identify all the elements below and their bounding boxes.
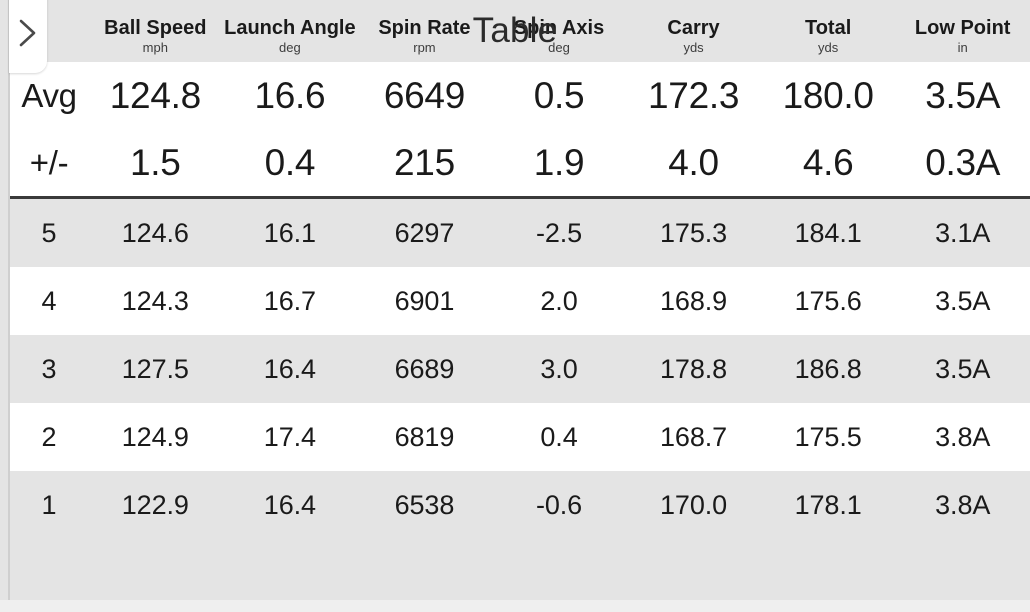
cell-spin-rate: 215 bbox=[357, 129, 492, 199]
cell-carry: 170.0 bbox=[660, 490, 728, 520]
cell-launch-angle: 0.4 bbox=[222, 129, 358, 199]
stats-table: Ball Speed mph Launch Angle deg Spin Rat… bbox=[10, 0, 1030, 539]
header-cell-low-point[interactable]: Low Point in bbox=[895, 0, 1030, 62]
header-label: Launch Angle bbox=[224, 17, 356, 39]
header-label: Low Point bbox=[914, 17, 1011, 39]
panel-left-rule bbox=[8, 0, 10, 600]
stats-table-container: Ball Speed mph Launch Angle deg Spin Rat… bbox=[10, 0, 1030, 600]
cell-launch-angle: 16.6 bbox=[254, 75, 326, 116]
row-label: 3 bbox=[41, 354, 57, 384]
cell-ball-speed: 124.3 bbox=[121, 286, 189, 316]
cell-low-point: 3.5A bbox=[925, 75, 1001, 116]
header-unit: yds bbox=[818, 40, 839, 55]
cell-spin-rate: 6649 bbox=[383, 75, 465, 116]
drawer-toggle-button[interactable] bbox=[9, 0, 47, 73]
cell-carry: 168.9 bbox=[660, 286, 728, 316]
cell-carry: 4.0 bbox=[626, 129, 761, 199]
table-screen: Table Ball Speed mph Launch Angle deg Sp… bbox=[0, 0, 1030, 612]
cell-ball-speed: 127.5 bbox=[121, 354, 189, 384]
cell-low-point: 3.5A bbox=[935, 354, 991, 384]
cell-spin-axis: 0.5 bbox=[533, 75, 585, 116]
header-cell-carry[interactable]: Carry yds bbox=[626, 0, 761, 62]
cell-spin-axis: 0.4 bbox=[540, 422, 578, 452]
table-row[interactable]: 3 127.5 16.4 6689 3.0 178.8 186.8 3.5A bbox=[10, 335, 1030, 403]
cell-launch-angle: 16.7 bbox=[263, 286, 316, 316]
cell-spin-rate: 6538 bbox=[394, 490, 455, 520]
cell-carry: 168.7 bbox=[660, 422, 728, 452]
cell-spin-axis: 3.0 bbox=[540, 354, 578, 384]
cell-total: 178.1 bbox=[794, 490, 862, 520]
header-label: Spin Axis bbox=[513, 17, 605, 39]
header-label: Total bbox=[804, 17, 852, 39]
summary-row-deviation: +/- 1.5 0.4 215 1.9 4.0 4.6 0.3A bbox=[10, 129, 1030, 199]
cell-spin-axis: -2.5 bbox=[535, 218, 583, 248]
cell-ball-speed: 124.9 bbox=[121, 422, 189, 452]
table-body: Avg 124.8 16.6 6649 0.5 172.3 180.0 3.5A… bbox=[10, 62, 1030, 539]
cell-carry: 178.8 bbox=[660, 354, 728, 384]
table-row[interactable]: 5 124.6 16.1 6297 -2.5 175.3 184.1 3.1A bbox=[10, 197, 1030, 267]
cell-carry: 172.3 bbox=[648, 75, 740, 116]
header-label: Spin Rate bbox=[378, 17, 471, 39]
header-cell-ball-speed[interactable]: Ball Speed mph bbox=[88, 0, 223, 62]
cell-spin-axis: 1.9 bbox=[491, 129, 627, 199]
bottom-strip bbox=[0, 600, 1030, 612]
cell-low-point: 3.8A bbox=[935, 490, 991, 520]
header-unit: rpm bbox=[413, 40, 436, 55]
cell-launch-angle: 16.1 bbox=[263, 218, 316, 248]
row-label: +/- bbox=[10, 129, 89, 199]
header-cell-spin-axis[interactable]: Spin Axis deg bbox=[491, 0, 627, 62]
cell-total: 4.6 bbox=[760, 129, 896, 199]
cell-total: 186.8 bbox=[794, 354, 862, 384]
cell-total: 184.1 bbox=[794, 218, 862, 248]
header-label: Ball Speed bbox=[104, 17, 207, 39]
cell-spin-rate: 6689 bbox=[394, 354, 455, 384]
cell-launch-angle: 16.4 bbox=[263, 490, 316, 520]
cell-total: 180.0 bbox=[782, 75, 874, 116]
table-header: Ball Speed mph Launch Angle deg Spin Rat… bbox=[10, 0, 1030, 62]
cell-spin-axis: -0.6 bbox=[535, 490, 583, 520]
cell-ball-speed: 124.8 bbox=[109, 75, 201, 116]
row-label: 1 bbox=[41, 490, 57, 520]
cell-low-point: 0.3A bbox=[895, 129, 1030, 199]
cell-launch-angle: 16.4 bbox=[263, 354, 316, 384]
header-unit: yds bbox=[683, 40, 704, 55]
header-label: Carry bbox=[667, 17, 720, 39]
header-unit: mph bbox=[142, 40, 168, 55]
row-label: 2 bbox=[41, 422, 57, 452]
header-unit: deg bbox=[279, 40, 301, 55]
table-row[interactable]: 1 122.9 16.4 6538 -0.6 170.0 178.1 3.8A bbox=[10, 471, 1030, 539]
summary-row-avg: Avg 124.8 16.6 6649 0.5 172.3 180.0 3.5A bbox=[10, 62, 1030, 129]
cell-launch-angle: 17.4 bbox=[263, 422, 316, 452]
header-row: Ball Speed mph Launch Angle deg Spin Rat… bbox=[10, 0, 1030, 62]
row-label: 5 bbox=[41, 218, 57, 248]
cell-total: 175.6 bbox=[794, 286, 862, 316]
cell-low-point: 3.5A bbox=[935, 286, 991, 316]
header-cell-launch-angle[interactable]: Launch Angle deg bbox=[222, 0, 358, 62]
row-label: 4 bbox=[41, 286, 57, 316]
cell-total: 175.5 bbox=[794, 422, 862, 452]
cell-spin-rate: 6297 bbox=[394, 218, 455, 248]
cell-spin-axis: 2.0 bbox=[540, 286, 578, 316]
cell-spin-rate: 6819 bbox=[394, 422, 455, 452]
cell-ball-speed: 124.6 bbox=[121, 218, 189, 248]
cell-low-point: 3.8A bbox=[935, 422, 991, 452]
header-cell-spin-rate[interactable]: Spin Rate rpm bbox=[357, 0, 492, 62]
header-unit: deg bbox=[548, 40, 570, 55]
cell-spin-rate: 6901 bbox=[394, 286, 455, 316]
cell-carry: 175.3 bbox=[660, 218, 728, 248]
header-unit: in bbox=[957, 40, 968, 55]
table-row[interactable]: 4 124.3 16.7 6901 2.0 168.9 175.6 3.5A bbox=[10, 267, 1030, 335]
header-cell-total[interactable]: Total yds bbox=[760, 0, 896, 62]
cell-ball-speed: 1.5 bbox=[88, 129, 223, 199]
cell-low-point: 3.1A bbox=[935, 218, 991, 248]
table-row[interactable]: 2 124.9 17.4 6819 0.4 168.7 175.5 3.8A bbox=[10, 403, 1030, 471]
cell-ball-speed: 122.9 bbox=[121, 490, 189, 520]
